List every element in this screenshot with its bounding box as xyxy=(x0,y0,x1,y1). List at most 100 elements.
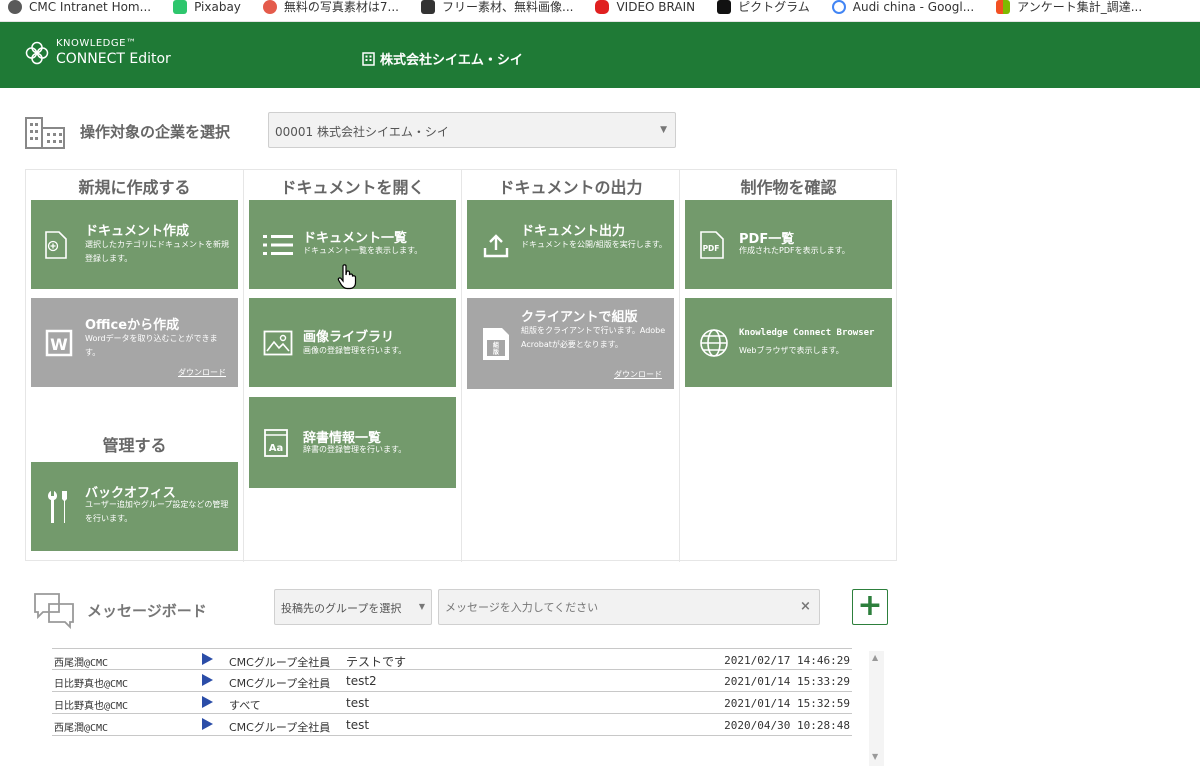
message-group: CMCグループ全社員 xyxy=(229,721,331,734)
message-row: 西尾潤@CMC CMCグループ全社員 テストです 2021/02/17 14:4… xyxy=(52,648,852,670)
menu-grid: 新規に作成する ドキュメントを開く ドキュメントの出力 制作物を確認 管理する … xyxy=(25,169,897,562)
tile-title: ドキュメント出力 xyxy=(521,224,626,239)
logo-line1: KNOWLEDGE™ xyxy=(56,38,137,49)
tile-desc: ドキュメントを公開/組版を実行します。 xyxy=(521,240,667,249)
typeset-document-icon: 組 版 xyxy=(483,327,509,360)
download-link[interactable]: ダウンロード xyxy=(178,367,226,378)
message-input[interactable] xyxy=(438,589,820,625)
clear-icon[interactable]: × xyxy=(800,599,811,614)
tile-desc: Webブラウザで表示します。 xyxy=(739,346,844,355)
scroll-down-icon[interactable]: ▼ xyxy=(872,752,878,761)
video-brain-icon xyxy=(595,0,610,14)
company-selector-row: 操作対象の企業を選択 xyxy=(24,112,230,150)
tile-desc: 選択したカテゴリにドキュメントを新規登録します。 xyxy=(85,240,229,263)
dictionary-icon: Aa xyxy=(264,428,288,457)
message-row: 西尾潤@CMC CMCグループ全社員 test 2020/04/30 10:28… xyxy=(52,714,852,736)
company-select-value: 00001 株式会社シイエム・シイ xyxy=(275,125,449,139)
buildings-icon xyxy=(25,117,65,149)
arrow-right-icon xyxy=(202,674,213,686)
tools-icon xyxy=(48,490,67,523)
image-library-tile[interactable]: 画像ライブラリ 画像の登録管理を行います。 xyxy=(249,298,456,387)
bookmark-pixabay[interactable]: Pixabay xyxy=(173,0,241,14)
tile-desc: 画像の登録管理を行います。 xyxy=(303,346,407,355)
bookmark-cmc-intranet[interactable]: CMC Intranet Hom... xyxy=(8,0,151,14)
message-list-scrollbar[interactable]: ▲ ▼ xyxy=(869,651,884,766)
arrow-right-icon xyxy=(202,696,213,708)
group-select[interactable]: 投稿先のグループを選択 ▼ xyxy=(274,589,432,625)
doc-create-tile[interactable]: ドキュメント作成 選択したカテゴリにドキュメントを新規登録します。 xyxy=(31,200,238,289)
pictogram-icon xyxy=(717,0,732,14)
dropdown-arrow-icon: ▼ xyxy=(660,125,667,135)
globe-icon xyxy=(8,0,22,14)
new-document-icon xyxy=(45,230,67,259)
bookmark-pictogram[interactable]: ピクトグラム xyxy=(717,0,810,15)
photo-site-icon xyxy=(262,0,277,14)
bookmark-video-brain[interactable]: VIDEO BRAIN xyxy=(595,0,695,14)
app-logo[interactable]: KNOWLEDGE™ CONNECT Editor xyxy=(24,39,171,66)
column-divider xyxy=(461,170,462,562)
dictionary-tile[interactable]: Aa 辞書情報一覧 辞書の登録管理を行います。 xyxy=(249,397,456,488)
message-user: 日比野真也@CMC xyxy=(54,701,129,712)
message-list: 西尾潤@CMC CMCグループ全社員 テストです 2021/02/17 14:4… xyxy=(52,648,852,736)
tile-desc: ユーザー追加やグループ設定などの管理を行います。 xyxy=(85,500,229,523)
building-icon xyxy=(362,51,375,66)
message-board-header: メッセージボード xyxy=(33,590,207,630)
hand-cursor-icon xyxy=(337,264,357,290)
message-text: test xyxy=(346,696,370,710)
browser-tile[interactable]: Knowledge Connect Browser Webブラウザで表示します。 xyxy=(685,298,892,387)
download-link[interactable]: ダウンロード xyxy=(614,369,662,380)
tile-title: ドキュメント作成 xyxy=(85,224,190,239)
speech-bubble-icon xyxy=(421,0,436,14)
dropdown-arrow-icon: ▼ xyxy=(418,602,425,611)
client-typeset-tile[interactable]: 組 版 クライアントで組版 組版をクライアントで行います。Adobe Acrob… xyxy=(467,298,674,389)
column-title-check: 制作物を確認 xyxy=(740,178,837,197)
office-create-tile[interactable]: W Officeから作成 Wordデータを取り込むことができます。 ダウンロード xyxy=(31,298,238,387)
doc-output-tile[interactable]: ドキュメント出力 ドキュメントを公開/組版を実行します。 xyxy=(467,200,674,289)
message-time: 2021/02/17 14:46:29 xyxy=(724,654,850,667)
message-board-label: メッセージボード xyxy=(87,601,207,620)
scroll-up-icon[interactable]: ▲ xyxy=(872,653,878,662)
tile-desc: 組版をクライアントで行います。Adobe Acrobatが必要となります。 xyxy=(521,326,666,349)
tile-title: 画像ライブラリ xyxy=(303,330,395,345)
bookmarks-bar: CMC Intranet Hom... Pixabay 無料の写真素材は7...… xyxy=(0,0,1200,22)
image-icon xyxy=(263,330,293,355)
message-time: 2021/01/14 15:32:59 xyxy=(724,697,850,710)
upload-icon xyxy=(483,233,509,257)
message-group: すべて xyxy=(229,699,261,712)
column-divider xyxy=(679,170,680,562)
logo-line2: CONNECT Editor xyxy=(56,51,171,67)
tile-title: クライアントで組版 xyxy=(521,310,638,325)
bookmark-photo-material[interactable]: 無料の写真素材は7... xyxy=(262,0,399,15)
bookmark-free-material[interactable]: フリー素材、無料画像... xyxy=(421,0,573,15)
pdf-icon: PDF xyxy=(700,230,724,259)
company-select-label: 操作対象の企業を選択 xyxy=(80,122,231,141)
message-user: 日比野真也@CMC xyxy=(54,679,129,690)
add-message-button[interactable]: + xyxy=(852,589,888,625)
column-title-manage: 管理する xyxy=(102,436,167,455)
column-title-output: ドキュメントの出力 xyxy=(498,178,643,197)
group-select-placeholder: 投稿先のグループを選択 xyxy=(281,602,402,615)
bookmark-survey[interactable]: アンケート集計_調達... xyxy=(996,0,1142,15)
pixabay-icon xyxy=(173,0,188,14)
app-header: KNOWLEDGE™ CONNECT Editor 株式会社シイエム・シイ xyxy=(0,22,1200,88)
svg-text:組: 組 xyxy=(493,341,499,349)
bookmark-audi-china[interactable]: Audi china - Googl... xyxy=(831,0,974,14)
tile-title: Knowledge Connect Browser xyxy=(739,328,875,338)
message-group: CMCグループ全社員 xyxy=(229,656,331,669)
tile-desc: 作成されたPDFを表示します。 xyxy=(739,246,850,255)
back-office-tile[interactable]: バックオフィス ユーザー追加やグループ設定などの管理を行います。 xyxy=(31,462,238,551)
message-time: 2021/01/14 15:33:29 xyxy=(724,675,850,688)
column-title-open: ドキュメントを開く xyxy=(280,178,425,197)
svg-text:Aa: Aa xyxy=(269,443,284,454)
message-text: test xyxy=(346,718,370,732)
word-icon: W xyxy=(45,329,73,356)
pdf-list-tile[interactable]: PDF PDF一覧 作成されたPDFを表示します。 xyxy=(685,200,892,289)
message-user: 西尾潤@CMC xyxy=(54,723,109,734)
company-select[interactable]: 00001 株式会社シイエム・シイ ▼ xyxy=(268,112,676,148)
message-group: CMCグループ全社員 xyxy=(229,677,331,690)
message-row: 日比野真也@CMC CMCグループ全社員 test2 2021/01/14 15… xyxy=(52,670,852,692)
arrow-right-icon xyxy=(202,718,213,730)
svg-text:PDF: PDF xyxy=(703,244,720,253)
message-text: テストです xyxy=(346,655,407,669)
plus-icon: + xyxy=(857,587,883,623)
